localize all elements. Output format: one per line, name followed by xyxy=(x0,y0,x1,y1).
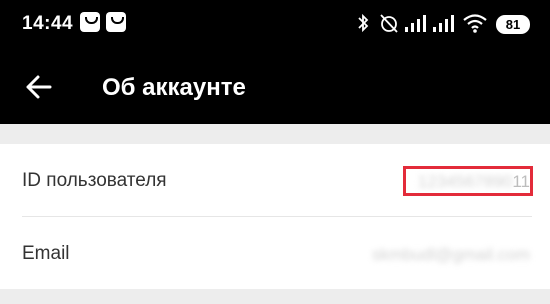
status-time: 14:44 xyxy=(22,13,74,34)
email-blurred: skmbudl@gmail.com xyxy=(371,245,530,264)
signal-icon xyxy=(433,15,454,32)
battery-indicator: 81 xyxy=(496,15,530,34)
email-value: skmbudl@gmail.com xyxy=(372,245,530,265)
notification-app-icon xyxy=(106,12,126,32)
app-toolbar: Об аккаунте xyxy=(0,52,550,124)
back-arrow-icon[interactable] xyxy=(24,72,54,102)
email-row[interactable]: Email skmbudl@gmail.com xyxy=(0,217,550,289)
bluetooth-icon xyxy=(358,13,369,33)
alarm-off-icon xyxy=(380,14,398,33)
notification-app-icon xyxy=(80,12,100,32)
status-bar: 14:44 81 xyxy=(0,0,550,52)
user-id-label: ID пользователя xyxy=(22,170,167,191)
account-info-card: ID пользователя 123456789011 Email skmbu… xyxy=(0,144,550,289)
email-label: Email xyxy=(22,243,70,264)
user-id-row[interactable]: ID пользователя 123456789011 xyxy=(0,144,550,216)
page-title: Об аккаунте xyxy=(102,74,246,101)
highlight-box xyxy=(403,166,533,196)
wifi-icon xyxy=(463,14,487,33)
signal-icon xyxy=(405,15,426,32)
